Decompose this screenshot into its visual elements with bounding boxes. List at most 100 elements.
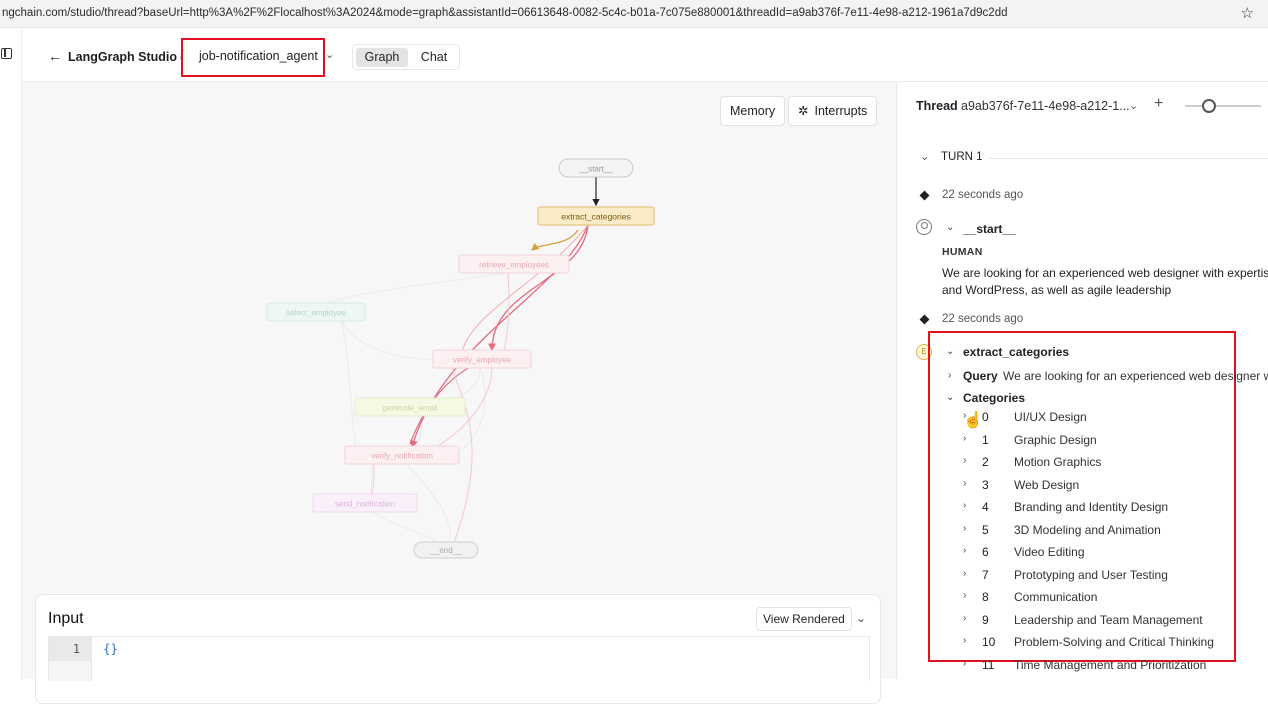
item-value: Communication xyxy=(1014,590,1098,604)
node-verify-employee[interactable]: verify_employee xyxy=(432,349,532,369)
human-message: We are looking for an experienced web de… xyxy=(942,265,1268,299)
item-value: 3D Modeling and Animation xyxy=(1014,523,1161,537)
item-index: 3 xyxy=(982,478,989,492)
item-value: Time Management and Prioritization xyxy=(1014,658,1207,672)
node-verify-notification[interactable]: verify_notification xyxy=(344,445,460,465)
address-bar[interactable]: ngchain.com/studio/thread?baseUrl=http%3… xyxy=(0,0,1268,28)
agent-selector[interactable]: job-notification_agent xyxy=(199,49,318,63)
input-editor[interactable]: 1 {} xyxy=(48,636,870,681)
chevron-right-icon[interactable]: › xyxy=(963,433,966,444)
node-verify-employee-label: verify_employee xyxy=(453,356,512,365)
chevron-down-icon[interactable]: ⌄ xyxy=(946,346,954,357)
top-bar: ← LangGraph Studio / job-notification_age… xyxy=(22,28,1268,82)
item-index: 1 xyxy=(982,433,989,447)
editor-code[interactable]: {} xyxy=(103,641,118,656)
chevron-right-icon[interactable]: › xyxy=(963,635,966,646)
chevron-down-icon[interactable]: ⌄ xyxy=(946,222,954,233)
chevron-down-icon[interactable]: ⌄ xyxy=(1129,99,1138,112)
query-value: We are looking for an experienced web de… xyxy=(1003,369,1268,383)
item-index: 2 xyxy=(982,455,989,469)
new-thread-plus-icon[interactable]: + xyxy=(1154,95,1163,113)
bug-icon: ✲ xyxy=(798,104,809,118)
history-slider-track[interactable] xyxy=(1185,105,1261,107)
chevron-right-icon[interactable]: › xyxy=(963,523,966,534)
item-index: 4 xyxy=(982,500,989,514)
graph-diagram: __start__ extract_categories retrieve_em… xyxy=(266,158,655,559)
tab-graph[interactable]: Graph xyxy=(356,48,408,67)
chevron-right-icon[interactable]: › xyxy=(963,613,966,624)
chevron-right-icon[interactable]: › xyxy=(963,500,966,511)
start-node-name: __start__ xyxy=(963,222,1016,236)
left-rail xyxy=(0,28,22,679)
node-extract-categories[interactable]: extract_categories xyxy=(537,206,655,226)
item-value: Prototyping and User Testing xyxy=(1014,568,1168,582)
timeline-diamond-icon xyxy=(919,314,930,325)
node-extract-categories-label: extract_categories xyxy=(561,212,630,222)
item-value: Motion Graphics xyxy=(1014,455,1102,469)
bookmark-star-icon[interactable]: ☆ xyxy=(1241,4,1254,22)
back-label: LangGraph Studio xyxy=(68,50,178,64)
chevron-right-icon[interactable]: › xyxy=(963,658,966,669)
turn-divider xyxy=(988,158,1268,159)
item-value: Video Editing xyxy=(1014,545,1085,559)
node-retrieve-employees-label: retrieve_employees xyxy=(479,261,549,270)
chevron-right-icon[interactable]: › xyxy=(963,478,966,489)
item-value: Web Design xyxy=(1014,478,1080,492)
interrupts-label: Interrupts xyxy=(814,104,868,118)
chevron-down-icon[interactable]: ⌄ xyxy=(920,150,929,163)
chevron-down-icon[interactable]: ⌄ xyxy=(946,392,954,403)
timeline-diamond-icon xyxy=(919,190,930,201)
node-retrieve-employees[interactable]: retrieve_employees xyxy=(458,254,570,274)
editor-gutter: 1 xyxy=(49,637,92,681)
query-key: Query xyxy=(963,369,998,383)
chevron-right-icon[interactable]: › xyxy=(963,568,966,579)
message-line-1: We are looking for an experienced web de… xyxy=(942,266,1268,280)
item-index: 6 xyxy=(982,545,989,559)
view-mode-toggle: Graph Chat xyxy=(352,44,460,70)
node-generate-email[interactable]: generate_email xyxy=(354,397,466,417)
item-index: 9 xyxy=(982,613,989,627)
thread-panel: Thread a9ab376f-7e11-4e98-a212-1... ⌄ + … xyxy=(896,82,1268,679)
chevron-down-icon[interactable]: ⌄ xyxy=(325,48,334,61)
node-send-notification[interactable]: send_notification xyxy=(312,493,418,513)
input-title: Input xyxy=(48,610,84,627)
node-generate-email-label: generate_email xyxy=(382,404,437,413)
item-index: 7 xyxy=(982,568,989,582)
line-number: 1 xyxy=(49,637,92,661)
item-index: 11 xyxy=(982,658,995,672)
input-panel: Input View Rendered ⌄ 1 {} xyxy=(35,594,881,704)
turn-label: TURN 1 xyxy=(941,151,983,163)
item-index: 8 xyxy=(982,590,989,604)
interrupts-button[interactable]: ✲ Interrupts xyxy=(788,96,878,126)
chevron-right-icon[interactable]: › xyxy=(963,455,966,466)
role-label: HUMAN xyxy=(942,246,983,258)
item-value: Leadership and Team Management xyxy=(1014,613,1203,627)
history-slider-knob[interactable] xyxy=(1202,99,1216,113)
timestamp: 22 seconds ago xyxy=(942,189,1024,201)
node-select-employee-label: select_employee xyxy=(286,309,347,318)
node-select-employee[interactable]: select_employee xyxy=(266,302,366,322)
item-index: 5 xyxy=(982,523,989,537)
hand-cursor-icon: ☝ xyxy=(963,412,983,429)
memory-button[interactable]: Memory xyxy=(720,96,786,126)
chevron-right-icon[interactable]: › xyxy=(963,545,966,556)
node-end[interactable]: __end__ xyxy=(413,541,479,559)
item-value: Branding and Identity Design xyxy=(1014,500,1169,514)
node-verify-notification-label: verify_notification xyxy=(371,452,433,461)
arrow-left-icon: ← xyxy=(48,48,62,64)
node-start[interactable]: __start__ xyxy=(558,158,634,178)
chevron-right-icon[interactable]: › xyxy=(963,590,966,601)
tab-chat[interactable]: Chat xyxy=(411,48,457,67)
view-rendered-button[interactable]: View Rendered xyxy=(756,607,852,631)
chevron-right-icon[interactable]: › xyxy=(948,370,951,381)
item-value: UI/UX Design xyxy=(1014,410,1087,424)
chevron-down-icon[interactable]: ⌄ xyxy=(856,611,866,625)
sidebar-toggle-icon[interactable] xyxy=(1,48,12,59)
user-avatar-icon xyxy=(916,219,932,235)
back-link[interactable]: ← LangGraph Studio xyxy=(48,48,177,64)
thread-id-selector[interactable]: a9ab376f-7e11-4e98-a212-1... xyxy=(961,99,1130,113)
item-index: 0 xyxy=(982,410,989,424)
url-text[interactable]: ngchain.com/studio/thread?baseUrl=http%3… xyxy=(2,7,1008,19)
graph-canvas[interactable]: __start__ extract_categories retrieve_em… xyxy=(22,82,896,704)
thread-label: Thread xyxy=(916,99,958,113)
